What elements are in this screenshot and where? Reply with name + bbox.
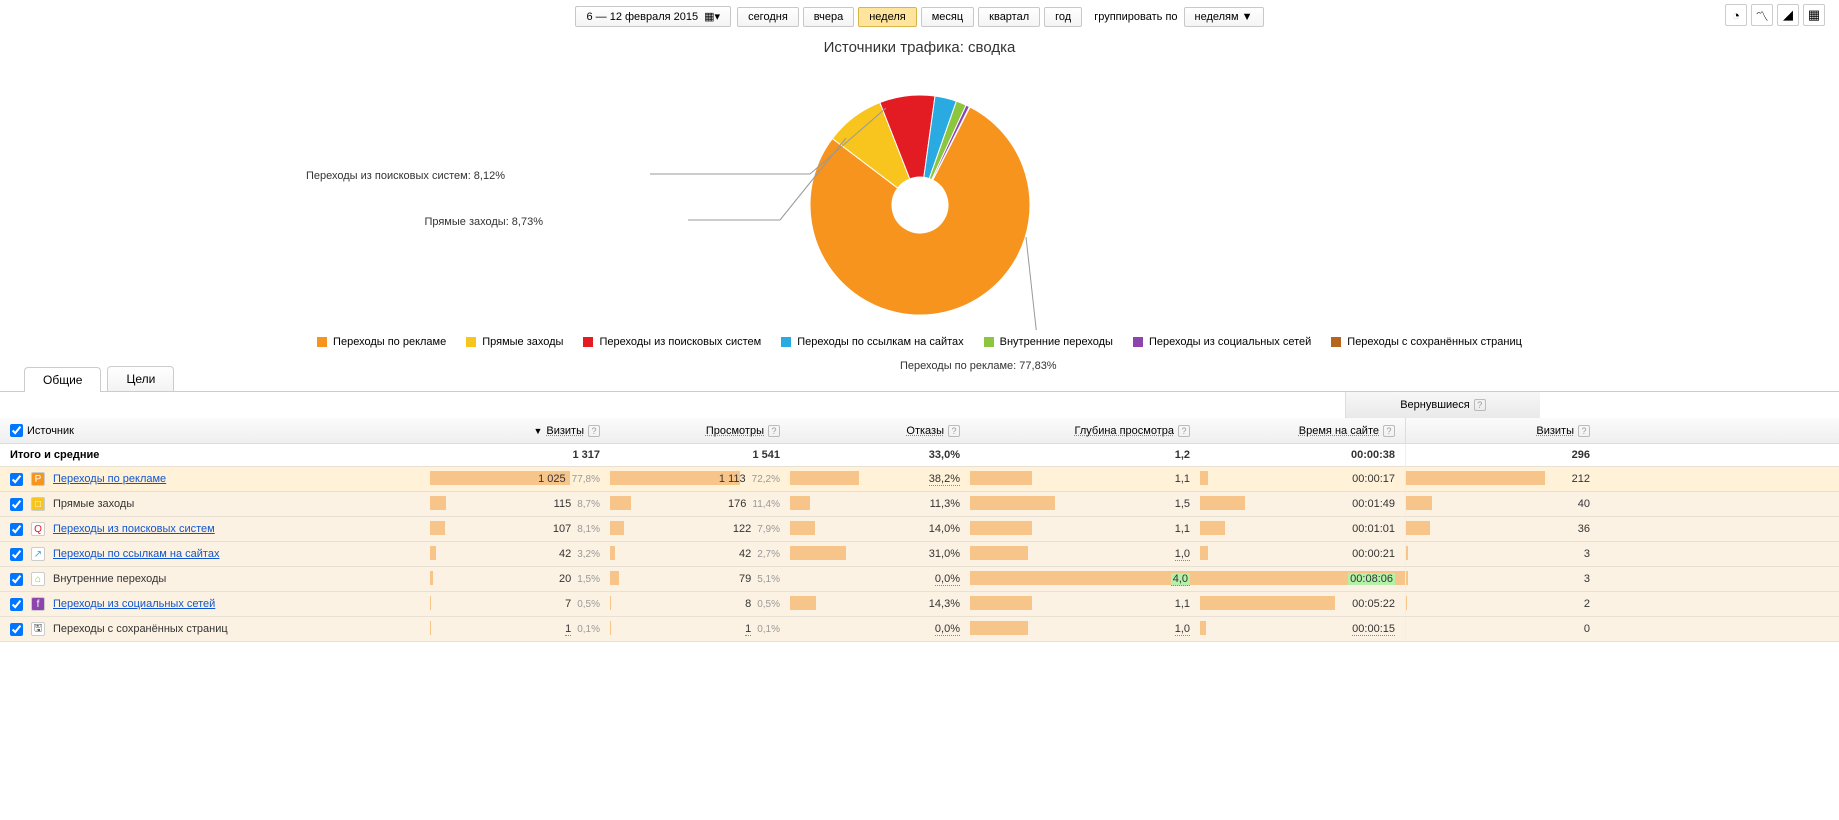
row-checkbox[interactable]	[10, 523, 23, 536]
row-checkbox[interactable]	[10, 473, 23, 486]
help-icon[interactable]: ?	[588, 425, 600, 437]
period-неделя[interactable]: неделя	[858, 7, 917, 27]
totals-label: Итого и средние	[0, 444, 430, 466]
row-checkbox[interactable]	[10, 548, 23, 561]
date-range-picker[interactable]: 6 — 12 февраля 2015 ▦▾	[575, 6, 731, 27]
source-name[interactable]: Переходы из социальных сетей	[53, 598, 215, 610]
period-сегодня[interactable]: сегодня	[737, 7, 799, 27]
period-квартал[interactable]: квартал	[978, 7, 1040, 27]
col-bounce[interactable]: Отказы ?	[790, 418, 970, 443]
source-icon: ⌂	[31, 572, 45, 586]
table-row[interactable]: ↗ Переходы по ссылкам на сайтах 423,2% 4…	[0, 542, 1839, 567]
chart-type-area-icon[interactable]: ◢	[1777, 4, 1799, 26]
tab-Цели[interactable]: Цели	[107, 366, 174, 391]
help-icon[interactable]: ?	[1474, 399, 1486, 411]
help-icon[interactable]: ?	[1578, 425, 1590, 437]
source-name[interactable]: Переходы по рекламе	[53, 473, 166, 485]
table-row[interactable]: f Переходы из социальных сетей 70,5% 80,…	[0, 592, 1839, 617]
source-name: Прямые заходы	[53, 498, 134, 510]
help-icon[interactable]: ?	[1178, 425, 1190, 437]
col-visits-returned[interactable]: Визиты ?	[1405, 418, 1600, 443]
source-name[interactable]: Переходы по ссылкам на сайтах	[53, 548, 219, 560]
period-вчера[interactable]: вчера	[803, 7, 854, 27]
sort-desc-icon: ▼	[533, 426, 542, 436]
date-range-text: 6 — 12 февраля 2015	[586, 11, 698, 23]
legend-swatch	[781, 337, 791, 347]
legend-swatch	[1331, 337, 1341, 347]
period-месяц[interactable]: месяц	[921, 7, 974, 27]
donut-chart: Переходы из поисковых систем: 8,12% Прямы…	[0, 60, 1839, 330]
chart-type-lines-icon[interactable]: 〽	[1751, 4, 1773, 26]
col-views[interactable]: Просмотры ?	[610, 418, 790, 443]
returned-header: Вернувшиеся ?	[1345, 392, 1540, 418]
chart-type-grid-icon[interactable]: ▦	[1803, 4, 1825, 26]
source-icon: ↗	[31, 547, 45, 561]
legend-item[interactable]: Переходы из поисковых систем	[583, 336, 761, 348]
chart-title: Источники трафика: сводка	[0, 39, 1839, 56]
row-checkbox[interactable]	[10, 623, 23, 636]
period-год[interactable]: год	[1044, 7, 1082, 27]
source-icon: Q	[31, 522, 45, 536]
col-depth[interactable]: Глубина просмотра ?	[970, 418, 1200, 443]
chart-type-pie-icon[interactable]: ◔	[1725, 4, 1747, 26]
help-icon[interactable]: ?	[1383, 425, 1395, 437]
group-by-select[interactable]: неделям ▼	[1184, 7, 1264, 27]
source-name: Внутренние переходы	[53, 573, 166, 585]
legend-swatch	[466, 337, 476, 347]
help-icon[interactable]: ?	[768, 425, 780, 437]
legend-item[interactable]: Переходы по ссылкам на сайтах	[781, 336, 963, 348]
row-checkbox[interactable]	[10, 498, 23, 511]
source-icon: 🖫	[31, 622, 45, 636]
table-row[interactable]: ⌂ Внутренние переходы 201,5% 795,1% 0,0%…	[0, 567, 1839, 592]
table-row[interactable]: 🖫 Переходы с сохранённых страниц 10,1% 1…	[0, 617, 1839, 642]
tab-Общие[interactable]: Общие	[24, 367, 101, 392]
legend-swatch	[1133, 337, 1143, 347]
col-source[interactable]: Источник	[0, 418, 430, 443]
row-checkbox[interactable]	[10, 573, 23, 586]
group-by-label: группировать по	[1094, 11, 1177, 23]
legend-item[interactable]: Переходы по рекламе	[317, 336, 446, 348]
legend-item[interactable]: Прямые заходы	[466, 336, 563, 348]
legend-swatch	[984, 337, 994, 347]
chart-label: Переходы из поисковых систем: 8,12%	[306, 170, 505, 182]
table-row[interactable]: Р Переходы по рекламе 1 02577,8% 1 11372…	[0, 467, 1839, 492]
source-icon: Р	[31, 472, 45, 486]
legend-item[interactable]: Внутренние переходы	[984, 336, 1113, 348]
chart-label: Переходы по рекламе: 77,83%	[900, 360, 1057, 372]
legend-swatch	[317, 337, 327, 347]
legend-item[interactable]: Переходы из социальных сетей	[1133, 336, 1311, 348]
row-checkbox[interactable]	[10, 598, 23, 611]
table-row[interactable]: □ Прямые заходы 1158,7% 17611,4% 11,3% 1…	[0, 492, 1839, 517]
select-all-checkbox[interactable]	[10, 424, 23, 437]
source-name[interactable]: Переходы из поисковых систем	[53, 523, 215, 535]
help-icon[interactable]: ?	[948, 425, 960, 437]
legend-item[interactable]: Переходы с сохранённых страниц	[1331, 336, 1522, 348]
col-time[interactable]: Время на сайте ?	[1200, 418, 1405, 443]
totals-row: Итого и средние 1 317 1 541 33,0% 1,2 00…	[0, 444, 1839, 467]
chart-label: Прямые заходы: 8,73%	[424, 216, 543, 228]
col-visits[interactable]: ▼ Визиты ?	[430, 418, 610, 443]
legend-swatch	[583, 337, 593, 347]
table-row[interactable]: Q Переходы из поисковых систем 1078,1% 1…	[0, 517, 1839, 542]
source-icon: f	[31, 597, 45, 611]
source-icon: □	[31, 497, 45, 511]
calendar-icon: ▦▾	[704, 10, 720, 23]
source-name: Переходы с сохранённых страниц	[53, 623, 228, 635]
